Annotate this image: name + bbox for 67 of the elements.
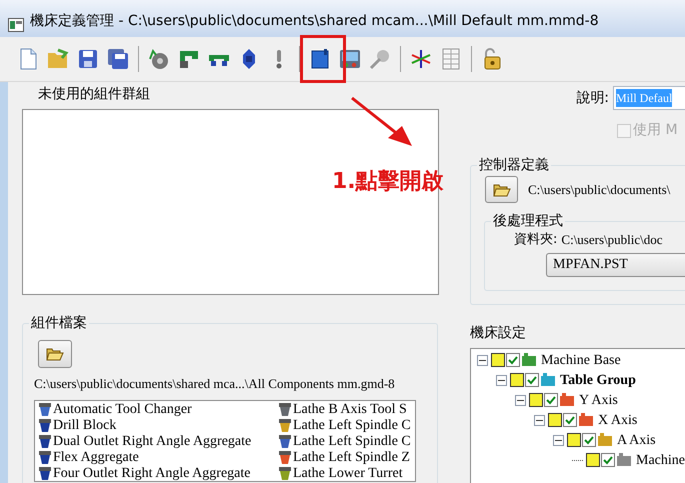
checkbox-label: 使用 M — [633, 121, 679, 140]
open-folder-button[interactable] — [38, 340, 72, 368]
expander-icon[interactable] — [534, 414, 546, 426]
tree-checkbox[interactable] — [544, 393, 558, 407]
component-icon — [36, 402, 53, 417]
component-icon — [36, 434, 53, 449]
component-icon — [616, 453, 632, 467]
window-icon — [8, 18, 24, 32]
folder-open-icon — [492, 182, 511, 196]
list-item[interactable]: Four Outlet Right Angle Aggregate — [52, 466, 250, 480]
tree-item-label[interactable]: Machine — [636, 450, 685, 470]
list-item[interactable]: Lathe Left Spindle C — [292, 434, 411, 450]
component-icon — [36, 466, 53, 480]
visibility-icon[interactable] — [529, 393, 544, 407]
component-icon — [276, 418, 293, 433]
controller-path: C:\users\public\documents\ — [528, 180, 670, 199]
tree-item-label[interactable]: X Axis — [598, 410, 638, 430]
list-item[interactable]: Lathe Left Spindle C — [292, 418, 411, 434]
component-icon — [36, 418, 53, 433]
tree-item-label[interactable]: Y Axis — [579, 390, 618, 410]
section-label: 機床設定 — [470, 324, 528, 343]
component-icon — [276, 450, 293, 465]
annotation-arrow — [350, 96, 414, 148]
open-folder-button[interactable] — [485, 176, 518, 203]
component-icon — [36, 450, 53, 465]
highlight-frame — [300, 35, 346, 83]
section-label: 未使用的組件群組 — [38, 85, 151, 104]
visibility-icon[interactable] — [491, 353, 506, 367]
list-item[interactable]: Lathe Left Spindle Z — [292, 450, 410, 466]
component-icon — [578, 413, 594, 427]
tree-item-label[interactable]: Table Group — [560, 370, 636, 390]
folder-path: C:\users\public\doc — [561, 231, 663, 249]
visibility-icon[interactable] — [586, 453, 600, 467]
post-dropdown[interactable]: MPFAN.PST — [546, 252, 685, 276]
list-item[interactable]: Flex Aggregate — [52, 450, 139, 466]
annotation-text: 1.點擊開啟 — [332, 168, 444, 196]
file-path: C:\users\public\documents\shared mca...\All Components mm.gmd-8 — [34, 375, 396, 393]
component-icon — [540, 373, 556, 387]
list-item[interactable]: Lathe Lower Turret — [292, 466, 403, 480]
component-icon — [559, 393, 576, 407]
expander-icon[interactable] — [496, 374, 508, 386]
list-item[interactable]: Automatic Tool Changer — [52, 402, 192, 418]
tree-checkbox[interactable] — [506, 353, 520, 367]
list-item[interactable]: Dual Outlet Right Angle Aggregate — [52, 434, 252, 450]
list-item[interactable]: Lathe B Axis Tool S — [292, 402, 407, 418]
tree-checkbox[interactable] — [582, 433, 596, 447]
tree-checkbox[interactable] — [601, 453, 616, 467]
component-icon — [276, 402, 293, 417]
expander-icon[interactable] — [553, 434, 564, 446]
folder-open-icon — [46, 347, 64, 361]
expander-icon[interactable] — [477, 354, 488, 366]
tree-item-label[interactable]: Machine Base — [541, 350, 621, 370]
field-label: 資料夾: — [514, 231, 558, 249]
component-icon — [276, 434, 293, 449]
component-icon — [521, 353, 538, 367]
component-icon — [597, 433, 614, 447]
window-title: 機床定義管理 - C:\users\public\documents\shared mcam...\Mill Default mm.mmd-8 — [30, 12, 599, 31]
tree-checkbox[interactable] — [563, 413, 578, 427]
visibility-icon[interactable] — [548, 413, 562, 427]
list-item[interactable]: Drill Block — [52, 418, 116, 434]
visibility-icon[interactable] — [567, 433, 582, 447]
expander-icon[interactable] — [515, 394, 526, 406]
tree-item-label[interactable]: A Axis — [617, 430, 656, 450]
component-icon — [276, 466, 293, 480]
visibility-icon[interactable] — [510, 373, 524, 387]
field-label: 說明: — [576, 88, 609, 108]
tree-checkbox[interactable] — [525, 373, 540, 387]
